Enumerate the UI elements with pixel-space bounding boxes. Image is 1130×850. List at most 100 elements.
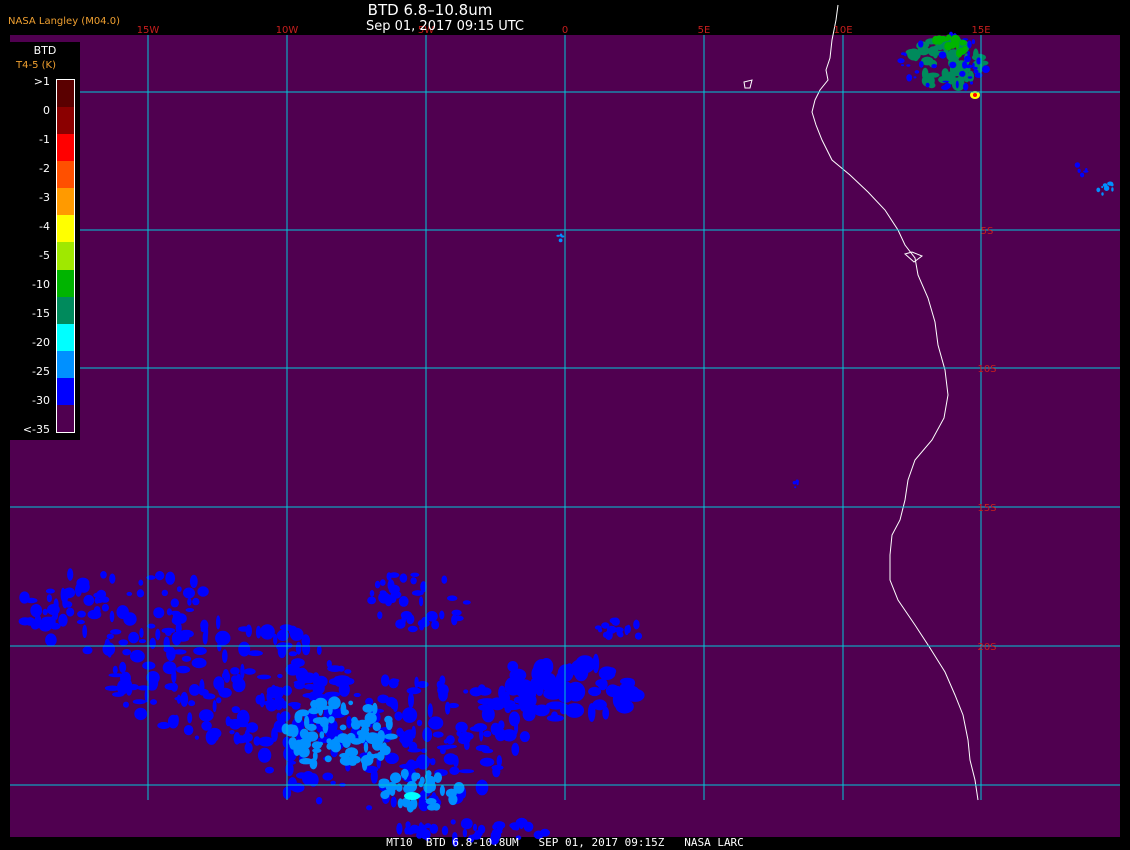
cloud-patch — [906, 64, 911, 67]
cloud-patch — [932, 45, 939, 59]
cloud-patch — [83, 594, 95, 606]
cloud-patch — [448, 702, 459, 709]
longitude-label: 10E — [833, 25, 852, 36]
cloud-patch — [27, 620, 36, 626]
cloud-patch — [949, 61, 957, 69]
cloud-patch — [110, 629, 122, 635]
cloud-patch — [1111, 187, 1114, 192]
cloud-patch — [515, 817, 528, 828]
cloud-patch — [396, 727, 404, 737]
cloud-patch — [944, 83, 951, 89]
cloud-patch — [422, 727, 433, 743]
cloud-patch — [316, 705, 331, 710]
cloud-patch — [473, 823, 477, 832]
cloud-patch — [223, 671, 231, 683]
cloud-patch — [222, 649, 228, 663]
cloud-patch — [611, 617, 620, 626]
cloud-patch — [236, 709, 250, 726]
cloud-patch — [166, 608, 172, 616]
cloud-patch — [189, 684, 200, 696]
cloud-patch — [109, 610, 115, 623]
cloud-patch — [1074, 162, 1081, 168]
cloud-patch — [946, 34, 952, 40]
legend-tick-label: -30 — [32, 394, 50, 407]
cloud-patch — [58, 613, 68, 627]
cloud-patch — [366, 805, 373, 811]
cloud-patch — [971, 39, 976, 45]
cloud-patch — [19, 591, 30, 604]
cloud-patch — [109, 573, 116, 584]
cloud-patch — [436, 745, 451, 750]
cloud-patch — [75, 583, 82, 597]
cloud-patch — [351, 716, 358, 724]
legend-tick-label: -2 — [39, 162, 50, 175]
cloud-patch — [967, 40, 972, 49]
cloud-patch — [312, 717, 327, 724]
cloud-patch — [918, 61, 924, 68]
cloud-patch — [348, 700, 354, 706]
cloud-patch — [427, 804, 437, 811]
cloud-patch — [238, 626, 251, 632]
cloud-patch — [428, 716, 444, 730]
cloud-patch — [339, 724, 347, 731]
cloud-patch — [77, 610, 86, 618]
cloud-patch — [508, 711, 520, 727]
cloud-patch — [340, 709, 349, 716]
cloud-patch — [972, 66, 978, 70]
cloud-patch — [138, 639, 146, 644]
cloud-patch — [306, 723, 317, 732]
cloud-patch — [598, 666, 616, 680]
cloud-patch — [130, 649, 145, 663]
longitude-label: 0 — [562, 25, 568, 36]
cloud-patch — [962, 45, 968, 52]
cloud-patch — [432, 731, 444, 738]
cloud-patch — [338, 682, 350, 697]
cloud-patch — [431, 620, 440, 630]
cloud-patch — [69, 589, 75, 595]
cloud-patch — [451, 609, 462, 616]
cloud-patch — [315, 797, 323, 805]
cloud-patch — [66, 607, 75, 617]
cloud-patch — [390, 700, 396, 710]
cloud-patch — [407, 625, 418, 633]
cloud-patch — [118, 639, 129, 646]
cloud-patch — [427, 703, 433, 718]
cloud-patch — [353, 692, 361, 698]
cloud-patch — [288, 651, 298, 657]
cloud-patch — [93, 592, 105, 598]
cloud-patch — [959, 39, 967, 46]
legend-tick-label: -10 — [32, 278, 50, 291]
legend-swatch — [57, 323, 74, 352]
cloud-patch — [194, 661, 200, 668]
cloud-patch — [380, 579, 386, 586]
cloud-patch — [176, 665, 191, 674]
cloud-patch — [203, 693, 216, 700]
cloud-patch — [507, 661, 519, 672]
cloud-patch — [281, 700, 287, 709]
cloud-patch — [172, 649, 187, 655]
cloud-patch — [187, 712, 193, 724]
cloud-patch — [501, 691, 511, 705]
cloud-patch — [136, 589, 145, 598]
cloud-patch — [370, 769, 378, 784]
cloud-patch — [443, 753, 458, 765]
cloud-patch — [617, 631, 624, 638]
cloud-patch — [564, 703, 585, 718]
cloud-patch — [925, 82, 930, 88]
footer-caption: MT10 BTD 6.8-10.8UM SEP 01, 2017 09:15Z … — [386, 836, 744, 849]
cloud-patch — [229, 730, 235, 735]
cloud-patch — [407, 748, 422, 753]
cloud-patch — [405, 760, 420, 770]
color-legend: BTD T4-5 (K) >1 0 -1 -2 -3 -4 -5 -10 -15 -20 -25 -3… — [10, 42, 80, 440]
cloud-patch — [410, 577, 417, 585]
cloud-patch — [174, 696, 186, 701]
cloud-patch — [276, 642, 290, 652]
cloud-patch — [394, 711, 403, 721]
cloud-patch — [362, 704, 374, 713]
cloud-patch — [199, 679, 205, 695]
cloud-patch — [398, 596, 409, 607]
cloud-patch — [408, 692, 414, 709]
legend-title: BTD — [33, 44, 57, 57]
cloud-patch — [575, 655, 595, 670]
cloud-patch — [276, 712, 281, 722]
